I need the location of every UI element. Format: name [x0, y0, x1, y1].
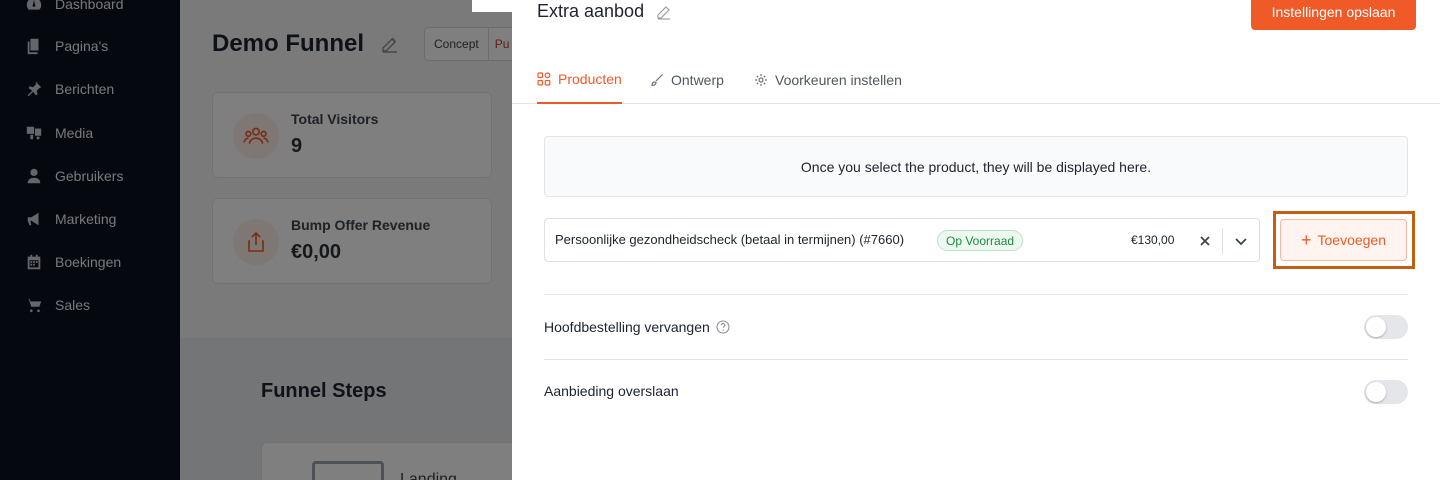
- chevron-down-icon[interactable]: [1231, 231, 1251, 251]
- tab-label: Voorkeuren instellen: [775, 72, 902, 88]
- tab-design[interactable]: Ontwerp: [650, 56, 724, 104]
- option-label: Aanbieding overslaan: [544, 383, 679, 399]
- option-skip-offer: Aanbieding overslaan: [544, 383, 679, 399]
- add-button-label: Toevoegen: [1317, 232, 1387, 248]
- tab-label: Ontwerp: [671, 72, 724, 88]
- drawer-title: Extra aanbod: [537, 1, 645, 21]
- extra-offer-drawer: Extra aanbod Instellingen opslaan Produc…: [512, 0, 1440, 480]
- divider: [544, 359, 1408, 360]
- add-button-highlight: + Toevoegen: [1273, 211, 1415, 269]
- products-icon: [537, 72, 551, 86]
- divider: [544, 294, 1408, 295]
- brush-icon: [651, 74, 663, 87]
- skip-offer-toggle[interactable]: [1364, 380, 1408, 404]
- stock-badge: Op Voorraad: [937, 230, 1024, 251]
- selected-products-placeholder: Once you select the product, they will b…: [544, 136, 1408, 197]
- option-replace-main-order: Hoofdbestelling vervangen: [544, 319, 730, 335]
- option-label: Hoofdbestelling vervangen: [544, 319, 710, 335]
- toggle-knob: [1366, 382, 1386, 402]
- add-product-button[interactable]: + Toevoegen: [1280, 219, 1407, 261]
- plus-icon: +: [1300, 230, 1312, 250]
- drawer-tabs: Producten Ontwerp Voorkeuren instellen: [512, 56, 1440, 104]
- help-icon[interactable]: [716, 320, 730, 334]
- tab-products[interactable]: Producten: [537, 56, 622, 104]
- replace-main-order-toggle[interactable]: [1364, 315, 1408, 339]
- drawer-header: Extra aanbod: [537, 1, 672, 22]
- product-select[interactable]: Persoonlijke gezondheidscheck (betaal in…: [544, 218, 1260, 262]
- toggle-knob: [1366, 317, 1386, 337]
- edit-pencil-icon[interactable]: [656, 4, 672, 20]
- select-separator: [1222, 228, 1223, 254]
- clear-selection-icon[interactable]: [1195, 231, 1215, 251]
- product-price: €130,00: [1131, 233, 1175, 247]
- tab-label: Producten: [558, 71, 622, 87]
- save-settings-button[interactable]: Instellingen opslaan: [1251, 0, 1416, 30]
- gear-icon: [755, 74, 767, 86]
- product-name: Persoonlijke gezondheidscheck (betaal in…: [555, 232, 905, 247]
- tab-preferences[interactable]: Voorkeuren instellen: [754, 56, 902, 104]
- drawer-edge: [472, 0, 512, 12]
